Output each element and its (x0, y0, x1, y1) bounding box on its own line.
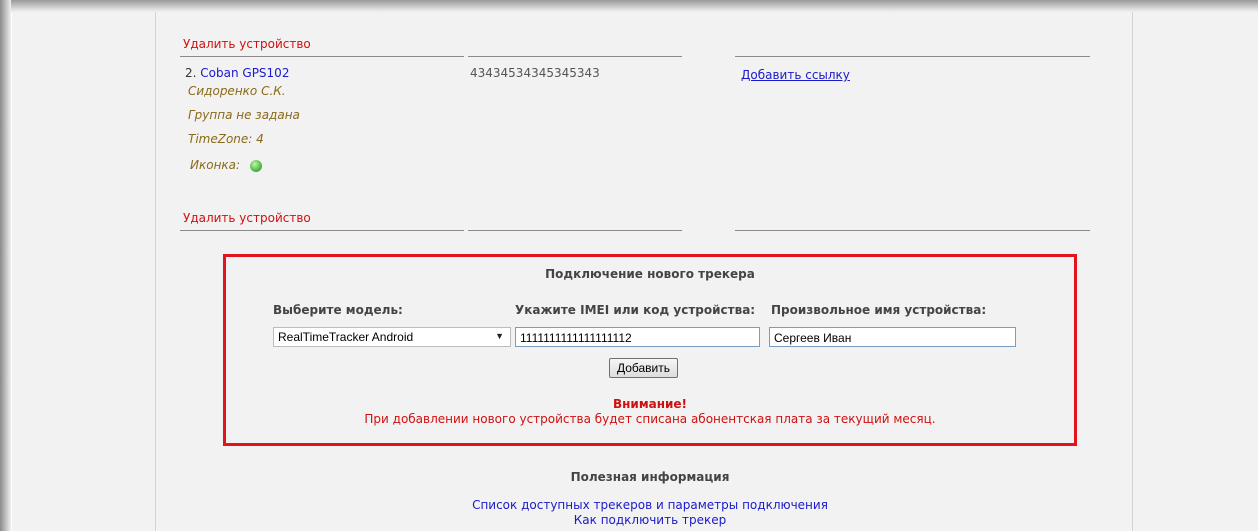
model-label: Выберите модель: (273, 303, 403, 317)
name-label: Произвольное имя устройства: (771, 303, 987, 317)
useful-info-link-row: Список доступных трекеров и параметры по… (223, 498, 1077, 512)
device-owner: Сидоренко С.К. (188, 84, 286, 98)
device-title: 2. Coban GPS102 (185, 66, 289, 80)
new-tracker-panel: Подключение нового трекера Выберите моде… (223, 254, 1077, 446)
device-group: Группа не задана (188, 108, 300, 122)
imei-label: Укажите IMEI или код устройства: (515, 303, 756, 317)
device-name-link[interactable]: Coban GPS102 (200, 66, 289, 80)
warning-text: При добавлении нового устройства будет с… (364, 412, 936, 426)
divider (468, 56, 682, 57)
divider (735, 56, 1090, 57)
dropdown-arrow-icon: ▼ (495, 331, 504, 341)
delete-device-link-top[interactable]: Удалить устройство (183, 37, 311, 51)
device-icon-label: Иконка: (190, 158, 241, 172)
device-icon-row: Иконка: (190, 158, 262, 172)
useful-info-link-row: Как подключить трекер (223, 513, 1077, 527)
divider (468, 230, 682, 231)
device-imei: 43434534345345343 (470, 66, 600, 80)
add-link[interactable]: Добавить ссылку (741, 68, 850, 82)
how-to-connect-link[interactable]: Как подключить трекер (574, 513, 726, 527)
device-name-input[interactable]: Сергеев Иван (769, 327, 1016, 347)
window-left-shadow (0, 0, 11, 531)
device-number: 2. (185, 66, 197, 80)
model-select-value: RealTimeTracker Android (278, 330, 414, 344)
add-tracker-button[interactable]: Добавить (609, 358, 678, 378)
divider (735, 230, 1090, 231)
model-select[interactable]: RealTimeTracker Android ▼ (273, 327, 511, 347)
delete-device-link-bottom[interactable]: Удалить устройство (183, 211, 311, 225)
warning-title: Внимание! (612, 397, 688, 411)
imei-input[interactable]: 1111111111111111112 (515, 327, 760, 347)
divider (180, 230, 464, 231)
trackers-list-link[interactable]: Список доступных трекеров и параметры по… (472, 498, 828, 512)
panel-title: Подключение нового трекера (545, 267, 755, 281)
green-dot-icon[interactable] (249, 159, 262, 172)
divider (180, 56, 464, 57)
useful-info-title: Полезная информация (570, 470, 730, 484)
device-timezone: TimeZone: 4 (188, 132, 264, 146)
